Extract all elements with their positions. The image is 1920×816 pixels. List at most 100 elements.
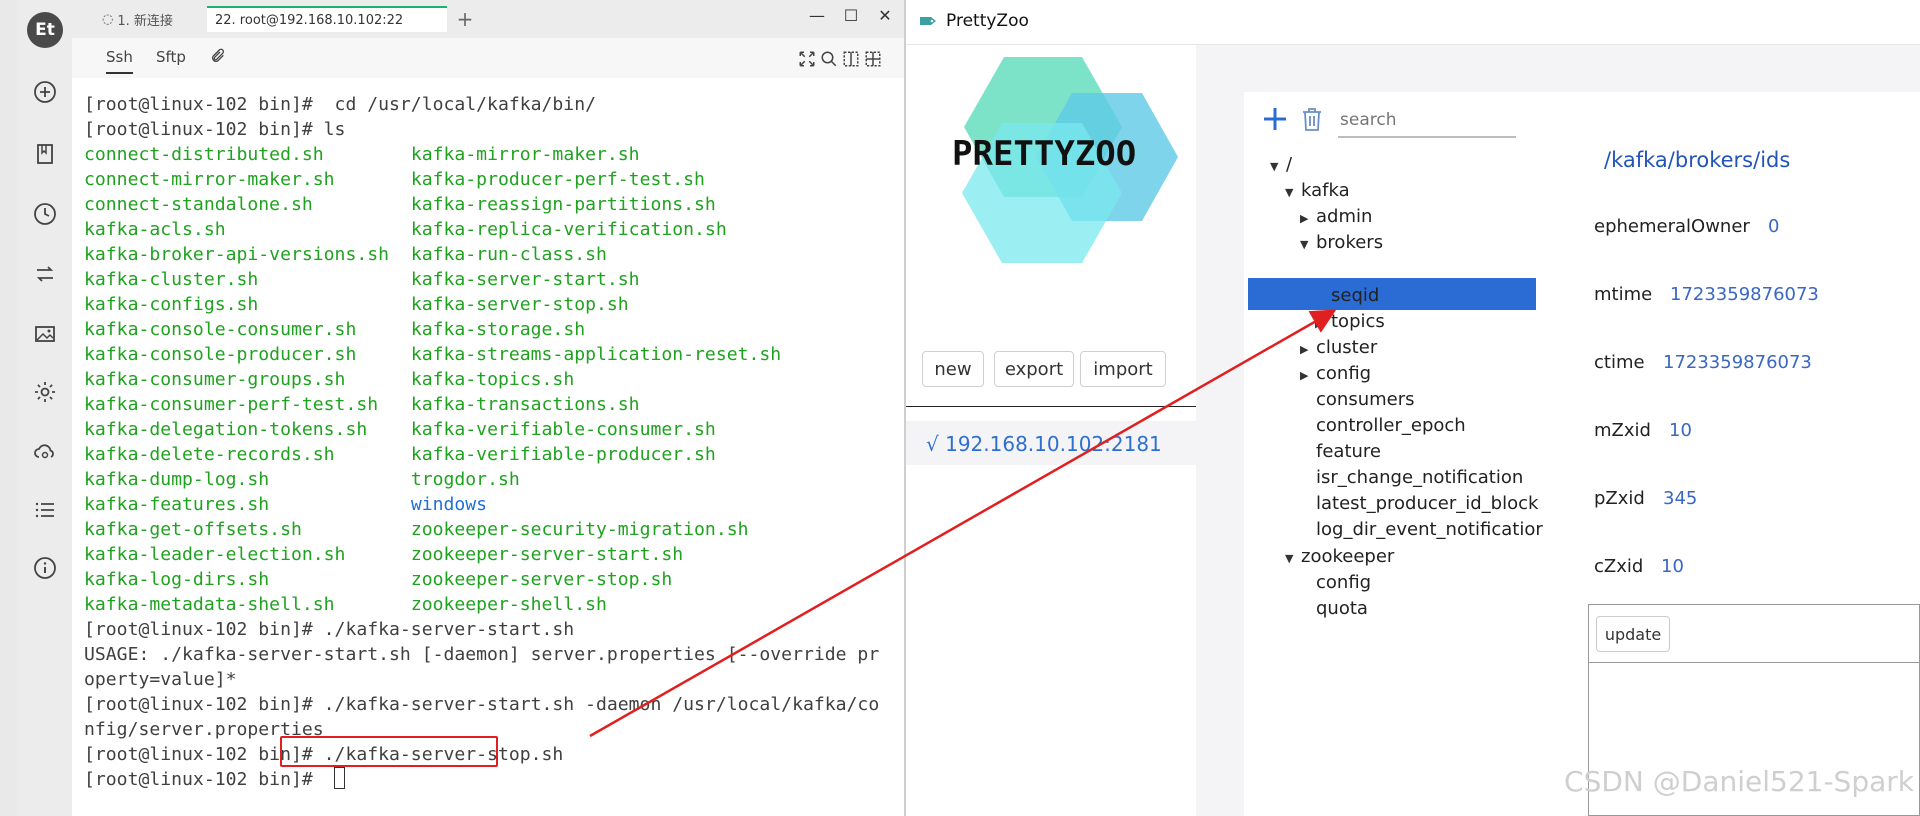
- clock-icon[interactable]: [31, 200, 59, 228]
- terminal-line: kafka-configs.sh kafka-server-stop.sh: [84, 292, 879, 317]
- terminal-line: kafka-delegation-tokens.sh kafka-verifia…: [84, 417, 879, 442]
- subtab-ssh[interactable]: Ssh: [106, 48, 133, 74]
- terminal-file-entry: kafka-topics.sh: [410, 369, 575, 390]
- add-tab-button[interactable]: +: [452, 6, 478, 32]
- tree-node[interactable]: quota: [1300, 594, 1368, 624]
- watermark: CSDN @Daniel521-Spark: [1564, 765, 1914, 798]
- terminal-line: [root@linux-102 bin]# ./kafka-server-sta…: [84, 617, 879, 642]
- caret-down-icon[interactable]: ▼: [1285, 178, 1301, 208]
- terminal-file-entry: connect-standalone.sh: [84, 194, 411, 215]
- property-value[interactable]: 10: [1669, 420, 1692, 441]
- paperclip-icon[interactable]: [210, 48, 226, 68]
- terminal-line: kafka-console-consumer.sh kafka-storage.…: [84, 317, 879, 342]
- terminal-file-entry: connect-mirror-maker.sh: [84, 169, 411, 190]
- terminal-line: connect-distributed.sh kafka-mirror-make…: [84, 142, 879, 167]
- caret-down-icon[interactable]: ▼: [1285, 544, 1301, 574]
- tab-label: 22. root@192.168.10.102:22: [215, 12, 404, 28]
- session-toolbar: Ssh Sftp: [72, 38, 904, 79]
- terminal-file-entry: kafka-run-class.sh: [410, 244, 607, 265]
- terminal-file-entry: kafka-get-offsets.sh: [84, 519, 411, 540]
- server-panel: PRETTYZOO new export import √ 192.168.10…: [906, 45, 1196, 816]
- new-button[interactable]: new: [922, 351, 984, 387]
- terminal-file-entry: kafka-acls.sh: [84, 219, 411, 240]
- terminal-file-entry: kafka-log-dirs.sh: [84, 569, 411, 590]
- delete-node-icon[interactable]: [1300, 106, 1324, 132]
- tree-node-label: controller_epoch: [1316, 415, 1466, 436]
- tab-ssh-session[interactable]: 22. root@192.168.10.102:22: [207, 6, 447, 32]
- bookmark-icon[interactable]: [31, 140, 59, 168]
- terminal-file-entry: kafka-broker-api-versions.sh: [84, 244, 411, 265]
- terminal-file-entry: connect-distributed.sh: [84, 144, 411, 165]
- search-input[interactable]: [1338, 104, 1516, 138]
- terminal-file-entry: zookeeper-security-migration.sh: [410, 519, 749, 540]
- side-rail: Et: [18, 0, 72, 816]
- property-name: ephemeralOwner: [1594, 216, 1750, 237]
- tree-node-label: quota: [1316, 597, 1368, 619]
- prettyzoo-title-bar: PrettyZoo: [906, 0, 1920, 45]
- export-button[interactable]: export: [994, 351, 1074, 387]
- terminal-file-entry: trogdor.sh: [410, 469, 520, 490]
- terminal-line: USAGE: ./kafka-server-start.sh [-daemon]…: [84, 642, 879, 667]
- info-icon[interactable]: [31, 554, 59, 582]
- import-button[interactable]: import: [1080, 351, 1166, 387]
- tree-node-label: consumers: [1316, 388, 1415, 410]
- image-icon[interactable]: [31, 320, 59, 348]
- prettyzoo-logo: PRETTYZOO: [952, 57, 1178, 263]
- subtab-sftp[interactable]: Sftp: [156, 48, 186, 66]
- cloud-sync-icon[interactable]: [31, 438, 59, 466]
- loading-icon: ◌: [102, 11, 114, 27]
- terminal-file-entry: zookeeper-server-start.sh: [410, 544, 684, 565]
- tab-new-connection[interactable]: ◌ 1. 新连接: [94, 6, 204, 32]
- tree-node-label: log_dir_event_notificatior: [1316, 519, 1543, 541]
- property-value[interactable]: 345: [1663, 488, 1697, 509]
- terminal-file-entry: kafka-consumer-groups.sh: [84, 369, 411, 390]
- tree-node-label: cluster: [1316, 336, 1378, 358]
- minimize-button[interactable]: —: [802, 2, 832, 28]
- terminal-command: USAGE: ./kafka-server-start.sh [-daemon]…: [84, 644, 880, 665]
- terminal-file-entry: kafka-streams-application-reset.sh: [410, 344, 782, 365]
- terminal-line: kafka-get-offsets.sh zookeeper-security-…: [84, 517, 879, 542]
- terminal-cursor: [334, 767, 345, 789]
- fullscreen-icon[interactable]: [798, 50, 816, 68]
- terminal-line: [root@linux-102 bin]# cd /usr/local/kafk…: [84, 92, 879, 117]
- terminal-command: [root@linux-102 bin]# ./kafka-server-sta…: [84, 619, 575, 640]
- terminal-file-entry: kafka-delegation-tokens.sh: [84, 419, 411, 440]
- window-title: PrettyZoo: [946, 11, 1029, 31]
- terminal-file-entry: kafka-delete-records.sh: [84, 444, 411, 465]
- tree-node-label: feature: [1316, 441, 1381, 463]
- gear-icon[interactable]: [31, 378, 59, 406]
- terminal-file-entry: kafka-cluster.sh: [84, 269, 411, 290]
- split-grid-icon[interactable]: [864, 50, 882, 68]
- separator: [906, 406, 1196, 407]
- terminal-line: [root@linux-102 bin]# ./kafka-server-sta…: [84, 692, 879, 717]
- maximize-button[interactable]: ☐: [836, 2, 866, 28]
- caret-down-icon[interactable]: ▼: [1300, 230, 1316, 260]
- caret-down-icon[interactable]: ▼: [1270, 152, 1286, 182]
- terminal-file-entry: kafka-consumer-perf-test.sh: [84, 394, 411, 415]
- update-button[interactable]: update: [1596, 616, 1670, 652]
- server-list-item[interactable]: √ 192.168.10.102:2181: [906, 421, 1196, 465]
- terminal-command: [root@linux-102 bin]# ls: [84, 119, 346, 140]
- terminal-file-entry: kafka-configs.sh: [84, 294, 411, 315]
- plus-circle-icon[interactable]: [31, 78, 59, 106]
- list-icon[interactable]: [31, 496, 59, 524]
- app-logo[interactable]: Et: [27, 12, 63, 48]
- add-node-icon[interactable]: [1262, 106, 1288, 132]
- tree-node-label: zookeeper: [1301, 545, 1395, 567]
- terminal-line: kafka-log-dirs.sh zookeeper-server-stop.…: [84, 567, 879, 592]
- terminal-file-entry: kafka-transactions.sh: [410, 394, 640, 415]
- property-value[interactable]: 10: [1661, 556, 1684, 577]
- terminal-file-entry: kafka-mirror-maker.sh: [410, 144, 640, 165]
- terminal-file-entry: kafka-reassign-partitions.sh: [410, 194, 716, 215]
- split-vertical-icon[interactable]: [842, 50, 860, 68]
- property-value[interactable]: 1723359876073: [1670, 284, 1819, 305]
- tree-node-label: topics: [1331, 310, 1385, 332]
- property-value[interactable]: 1723359876073: [1663, 352, 1812, 373]
- terminal-output[interactable]: [root@linux-102 bin]# cd /usr/local/kafk…: [72, 78, 904, 816]
- terminal-line: kafka-consumer-groups.sh kafka-topics.sh: [84, 367, 879, 392]
- search-icon[interactable]: [820, 50, 838, 68]
- transfer-icon[interactable]: [31, 260, 59, 288]
- property-name: ctime: [1594, 352, 1645, 373]
- property-value[interactable]: 0: [1768, 216, 1779, 237]
- close-button[interactable]: ✕: [870, 2, 900, 28]
